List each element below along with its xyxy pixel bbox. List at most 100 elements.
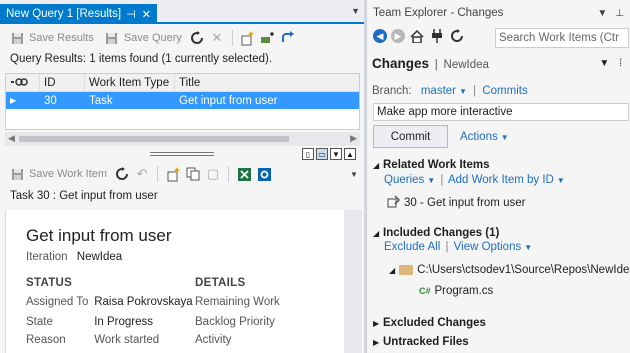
related-actions: Queries ▼ | Add Work Item by ID ▼ xyxy=(384,174,565,186)
status-section-header: STATUS xyxy=(26,277,73,289)
column-header-id[interactable]: ID xyxy=(40,74,85,91)
save-work-item-button[interactable]: Save Work Item xyxy=(6,164,110,184)
reason-field[interactable]: Reason Work started xyxy=(26,334,159,346)
form-vertical-scrollbar[interactable] xyxy=(344,210,362,353)
cell-title: Get input from user xyxy=(179,94,278,107)
branch-row: Branch: master ▼ | Commits xyxy=(372,85,528,97)
grid-header: ID Work Item Type Title xyxy=(6,74,359,92)
add-work-item-link[interactable]: Add Work Item by ID ▼ xyxy=(448,174,565,186)
connect-icon[interactable] xyxy=(429,28,445,44)
actions-menu[interactable]: Actions ▼ xyxy=(460,131,509,143)
actions-label: Actions xyxy=(460,131,498,143)
backlog-priority-label: Backlog Priority xyxy=(195,316,275,328)
collapse-icon: ◢ xyxy=(373,229,380,238)
refresh-icon[interactable] xyxy=(114,166,130,182)
pin-icon[interactable]: ⊥ xyxy=(615,8,624,19)
search-work-items-box[interactable] xyxy=(495,28,629,48)
new-linked-item-icon[interactable] xyxy=(165,166,181,182)
link-column-header[interactable] xyxy=(6,74,40,91)
folder-icon xyxy=(399,265,414,275)
window-menu-icon[interactable]: ▼ xyxy=(597,8,607,19)
excluded-changes-section[interactable]: ▶ Excluded Changes xyxy=(373,317,486,329)
results-toolbar: Save Results Save Query ✕ xyxy=(0,26,296,50)
changed-file-item[interactable]: C# Program.cs xyxy=(419,285,493,297)
more-icon[interactable]: ⁞ xyxy=(619,58,622,69)
open-in-browser-icon[interactable] xyxy=(280,30,296,46)
save-work-item-label: Save Work Item xyxy=(29,168,108,180)
new-work-item-icon[interactable] xyxy=(240,30,256,46)
view-options-link[interactable]: View Options ▼ xyxy=(454,241,532,253)
team-explorer-pane: Team Explorer - Changes ▼ ⊥ ◀ ▶ Changes … xyxy=(366,0,630,353)
back-icon[interactable]: ◀ xyxy=(373,29,387,43)
toolbar-overflow-icon[interactable]: ▼ xyxy=(350,170,358,179)
work-item-toolbar: Save Work Item ↶ ▢ xyxy=(0,162,272,186)
home-icon[interactable] xyxy=(409,28,425,44)
save-query-label: Save Query xyxy=(123,32,182,44)
assigned-to-value: Raisa Pokrovskaya xyxy=(94,296,193,308)
included-header-label: Included Changes (1) xyxy=(383,227,500,239)
column-header-type[interactable]: Work Item Type xyxy=(85,74,175,91)
table-row[interactable]: ▶ 30 Task Get input from user xyxy=(6,92,359,109)
chevron-down-icon: ▼ xyxy=(427,176,436,185)
cell-id: 30 xyxy=(44,94,57,107)
delete-icon[interactable]: ✕ xyxy=(209,30,225,46)
page-title: Changes | NewIdea xyxy=(372,56,489,71)
work-item-task-icon xyxy=(387,195,400,211)
iteration-field[interactable]: Iteration NewIdea xyxy=(26,251,122,263)
state-field[interactable]: State In Progress xyxy=(26,316,153,328)
scroll-thumb[interactable] xyxy=(19,136,289,142)
pane-splitter[interactable] xyxy=(150,152,214,156)
refresh-icon[interactable] xyxy=(189,30,205,46)
reason-label: Reason xyxy=(26,334,66,346)
exclude-all-link[interactable]: Exclude All xyxy=(384,241,440,253)
expand-icon[interactable]: ◢ xyxy=(389,266,395,275)
close-icon[interactable]: ✕ xyxy=(142,8,151,21)
attachment-icon[interactable]: ▢ xyxy=(205,166,221,182)
column-header-title[interactable]: Title xyxy=(175,74,359,91)
team-explorer-nav: ◀ ▶ xyxy=(373,28,465,44)
search-work-items-input[interactable] xyxy=(499,32,628,44)
header-controls: ▼ ⁞ xyxy=(599,58,622,69)
assigned-to-field[interactable]: Assigned To Raisa Pokrovskaya xyxy=(26,296,193,308)
pane-layout-controls: ▯ ▭ ▼ ▲ xyxy=(302,148,356,160)
maximize-up-icon[interactable]: ▲ xyxy=(344,148,356,160)
commit-button[interactable]: Commit xyxy=(373,125,448,148)
state-value: In Progress xyxy=(94,316,154,328)
scroll-right-icon[interactable]: ▶ xyxy=(350,133,357,144)
queries-link[interactable]: Queries ▼ xyxy=(384,174,435,186)
excel-icon[interactable] xyxy=(236,166,252,182)
layout-horizontal-icon[interactable]: ▭ xyxy=(316,148,328,160)
commits-link[interactable]: Commits xyxy=(482,85,527,97)
commit-message-input[interactable]: Make app more interactive xyxy=(373,103,629,121)
related-work-item[interactable]: 30 - Get input from user xyxy=(387,195,525,211)
included-changes-section[interactable]: ◢ Included Changes (1) xyxy=(373,227,499,239)
refresh-icon[interactable] xyxy=(449,28,465,44)
pin-icon[interactable]: ⊣ xyxy=(126,8,136,21)
outlook-icon[interactable] xyxy=(256,166,272,182)
remaining-work-label: Remaining Work xyxy=(195,296,280,308)
save-results-label: Save Results xyxy=(29,32,94,44)
branch-selector[interactable]: master ▼ xyxy=(421,85,470,97)
folder-node[interactable]: ◢ C:\Users\ctsodev1\Source\Repos\NewIdea… xyxy=(389,264,630,276)
scroll-left-icon[interactable]: ◀ xyxy=(8,133,15,144)
maximize-down-icon[interactable]: ▼ xyxy=(330,148,342,160)
undo-icon[interactable]: ↶ xyxy=(134,166,150,182)
save-query-button[interactable]: Save Query xyxy=(101,28,185,48)
link-work-item-icon[interactable] xyxy=(260,30,276,46)
tab-overflow-icon[interactable]: ▼ xyxy=(351,6,360,16)
copy-icon[interactable] xyxy=(185,166,201,182)
team-explorer-title: Team Explorer - Changes xyxy=(373,7,504,19)
layout-split-icon[interactable]: ▯ xyxy=(302,148,314,160)
forward-icon[interactable]: ▶ xyxy=(391,29,405,43)
tab-query-results[interactable]: New Query 1 [Results] ⊣ ✕ xyxy=(0,4,157,24)
row-indicator-icon: ▶ xyxy=(10,96,17,105)
related-work-items-section[interactable]: ◢ Related Work Items xyxy=(373,159,490,171)
work-item-title[interactable]: Get input from user xyxy=(26,226,172,246)
chevron-down-icon[interactable]: ▼ xyxy=(599,58,609,69)
save-results-button[interactable]: Save Results xyxy=(6,28,97,48)
toolbar-separator xyxy=(231,30,233,46)
document-tab-strip: New Query 1 [Results] ⊣ ✕ ▼ xyxy=(0,0,364,24)
horizontal-scrollbar[interactable]: ◀ ▶ xyxy=(5,132,360,146)
link-icon xyxy=(10,77,32,89)
untracked-files-section[interactable]: ▶ Untracked Files xyxy=(373,336,469,348)
